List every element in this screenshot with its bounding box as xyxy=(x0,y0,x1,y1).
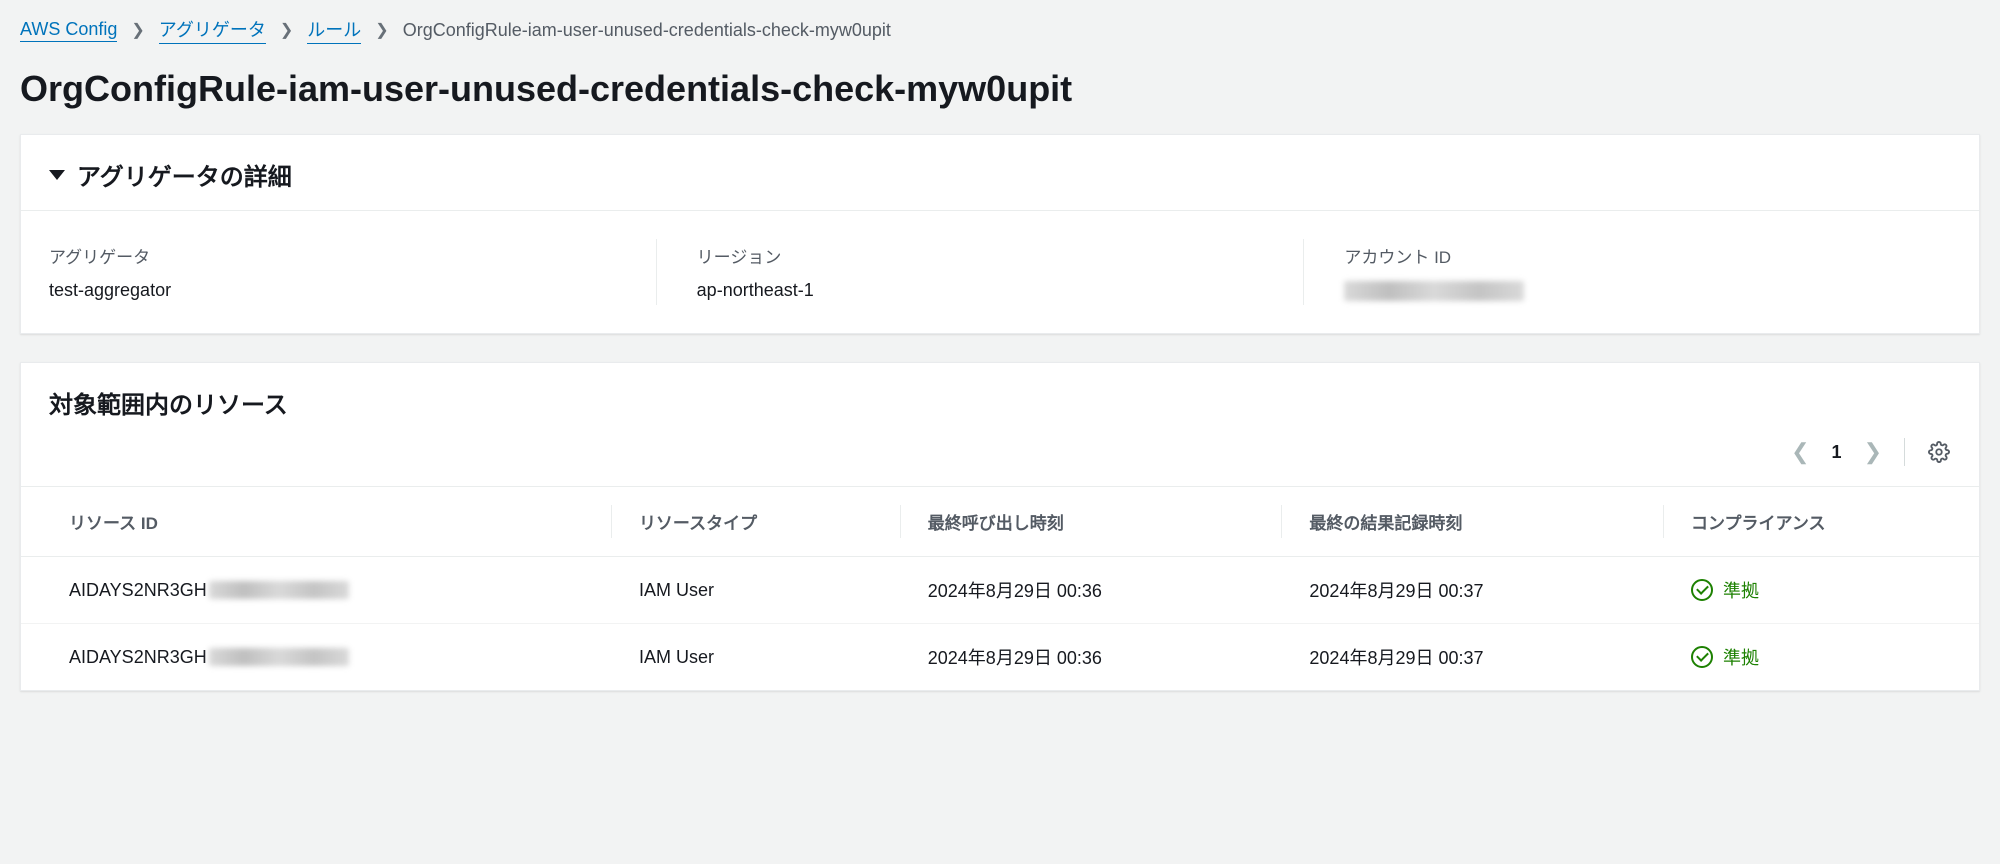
cell-last-invoked: 2024年8月29日 00:36 xyxy=(900,557,1282,624)
check-circle-icon xyxy=(1691,646,1713,668)
aggregator-name-label: アグリゲータ xyxy=(49,243,628,268)
pagination-next[interactable]: ❯ xyxy=(1864,439,1882,465)
pagination-prev[interactable]: ❮ xyxy=(1791,439,1809,465)
gear-icon xyxy=(1928,441,1950,463)
chevron-right-icon: ❯ xyxy=(375,20,388,40)
pagination-current: 1 xyxy=(1828,442,1846,463)
region-field: リージョン ap-northeast-1 xyxy=(656,239,1304,305)
aggregator-details-header[interactable]: アグリゲータの詳細 xyxy=(21,135,1979,210)
breadcrumb-aws-config[interactable]: AWS Config xyxy=(20,19,117,42)
aggregator-details-panel: アグリゲータの詳細 アグリゲータ test-aggregator リージョン a… xyxy=(20,134,1980,334)
account-id-field: アカウント ID xyxy=(1303,239,1951,305)
compliance-text: 準拠 xyxy=(1723,577,1759,603)
chevron-right-icon: ❯ xyxy=(131,20,144,40)
breadcrumb-rules[interactable]: ルール xyxy=(307,16,361,44)
resources-panel-title: 対象範囲内のリソース xyxy=(49,385,288,420)
breadcrumb: AWS Config ❯ アグリゲータ ❯ ルール ❯ OrgConfigRul… xyxy=(20,0,1980,54)
cell-compliance: 準拠 xyxy=(1663,624,1979,691)
aggregator-details-body: アグリゲータ test-aggregator リージョン ap-northeas… xyxy=(21,210,1979,333)
breadcrumb-current: OrgConfigRule-iam-user-unused-credential… xyxy=(403,20,891,41)
chevron-right-icon: ❯ xyxy=(280,20,293,40)
breadcrumb-aggregators[interactable]: アグリゲータ xyxy=(159,16,266,44)
cell-resource-type: IAM User xyxy=(611,557,900,624)
pagination-separator xyxy=(1904,438,1905,466)
page-title: OrgConfigRule-iam-user-unused-credential… xyxy=(20,54,1980,134)
table-row[interactable]: AIDAYS2NR3GH IAM User 2024年8月29日 00:36 2… xyxy=(21,624,1979,691)
aggregator-details-title: アグリゲータの詳細 xyxy=(77,157,292,192)
table-row[interactable]: AIDAYS2NR3GH IAM User 2024年8月29日 00:36 2… xyxy=(21,557,1979,624)
settings-button[interactable] xyxy=(1927,440,1951,464)
resources-table: リソース ID リソースタイプ 最終呼び出し時刻 最終の結果記録時刻 コンプライ… xyxy=(21,486,1979,690)
col-last-invoked[interactable]: 最終呼び出し時刻 xyxy=(900,487,1282,557)
col-last-recorded[interactable]: 最終の結果記録時刻 xyxy=(1281,487,1663,557)
cell-compliance: 準拠 xyxy=(1663,557,1979,624)
col-resource-id[interactable]: リソース ID xyxy=(21,487,611,557)
cell-resource-id: AIDAYS2NR3GH xyxy=(21,624,611,691)
aggregator-name-field: アグリゲータ test-aggregator xyxy=(49,239,656,305)
account-id-value xyxy=(1344,280,1923,301)
caret-down-icon xyxy=(49,170,65,180)
col-resource-type[interactable]: リソースタイプ xyxy=(611,487,900,557)
cell-resource-id: AIDAYS2NR3GH xyxy=(21,557,611,624)
redacted-resource-id-suffix xyxy=(209,581,349,599)
pagination-bar: ❮ 1 ❯ xyxy=(21,430,1979,486)
cell-resource-type: IAM User xyxy=(611,624,900,691)
cell-last-recorded: 2024年8月29日 00:37 xyxy=(1281,557,1663,624)
col-compliance[interactable]: コンプライアンス xyxy=(1663,487,1979,557)
resource-id-prefix: AIDAYS2NR3GH xyxy=(69,647,207,668)
cell-last-invoked: 2024年8月29日 00:36 xyxy=(900,624,1282,691)
compliance-text: 準拠 xyxy=(1723,644,1759,670)
cell-last-recorded: 2024年8月29日 00:37 xyxy=(1281,624,1663,691)
resources-panel: 対象範囲内のリソース ❮ 1 ❯ リソース ID リソースタイプ 最終呼び出し時… xyxy=(20,362,1980,691)
region-value: ap-northeast-1 xyxy=(697,280,1276,301)
account-id-label: アカウント ID xyxy=(1344,243,1923,268)
redacted-resource-id-suffix xyxy=(209,648,349,666)
resource-id-prefix: AIDAYS2NR3GH xyxy=(69,580,207,601)
aggregator-name-value: test-aggregator xyxy=(49,280,628,301)
region-label: リージョン xyxy=(697,243,1276,268)
redacted-account-id xyxy=(1344,281,1524,301)
check-circle-icon xyxy=(1691,579,1713,601)
